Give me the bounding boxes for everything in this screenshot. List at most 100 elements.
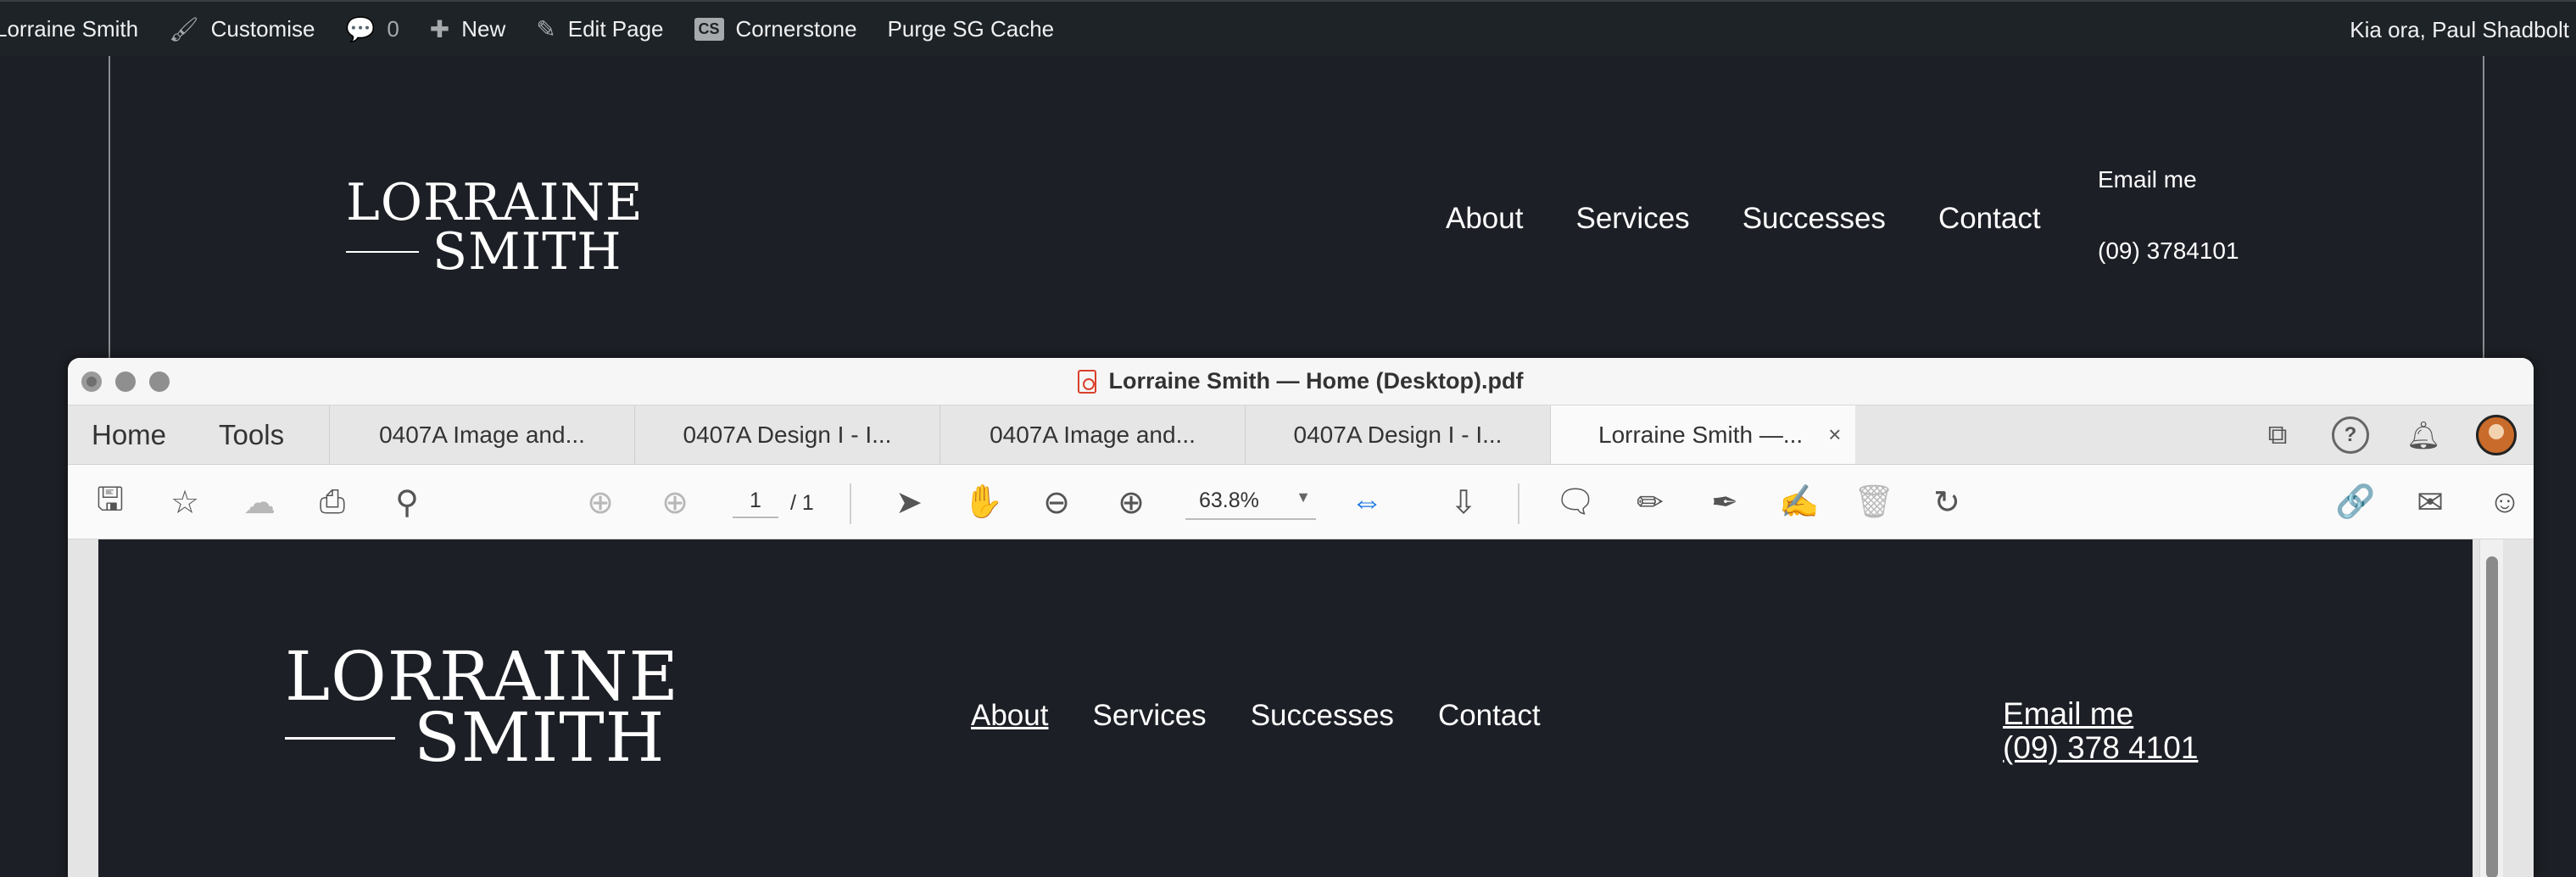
- print-icon[interactable]: ⎙: [314, 483, 351, 521]
- logo-line-2: SMITH: [432, 222, 622, 282]
- phone-link[interactable]: (09) 3784101: [2098, 237, 2239, 265]
- pdf-nav: About Services Successes Contact: [971, 699, 1585, 733]
- scroll-mode-icon[interactable]: ⇩: [1445, 483, 1482, 521]
- previous-page-icon[interactable]: ⊕: [582, 483, 619, 521]
- plus-icon: ✚: [429, 15, 450, 42]
- minimize-window-button[interactable]: [115, 371, 136, 392]
- cornerstone-icon: CS: [694, 17, 724, 41]
- comment-icon[interactable]: 🗨: [1555, 483, 1596, 521]
- pdf-file-icon: [1078, 369, 1097, 394]
- window-title-text: Lorraine Smith — Home (Desktop).pdf: [1108, 368, 1524, 394]
- fit-page-icon[interactable]: ⇔: [1348, 483, 1386, 521]
- guide-line-left: [109, 56, 110, 361]
- tab-document-active[interactable]: Lorraine Smith —... ×: [1550, 405, 1855, 464]
- greeting-label: Kia ora, Paul Shadbolt: [2350, 16, 2569, 42]
- pdf-nav-contact: Contact: [1437, 699, 1541, 732]
- window-titlebar: Lorraine Smith — Home (Desktop).pdf: [68, 358, 2534, 405]
- tab-label: 0407A Image and...: [990, 421, 1196, 448]
- nav-about[interactable]: About: [1446, 202, 1523, 236]
- logo-rule: [346, 251, 419, 253]
- cloud-upload-icon[interactable]: ☁: [241, 483, 278, 521]
- document-viewport: LORRAINE SMITH About Services Successes …: [68, 539, 2534, 877]
- share-screen-icon[interactable]: ⧉: [2259, 416, 2296, 454]
- brush-icon: 🖌: [169, 15, 199, 42]
- edit-pdf-icon[interactable]: ✍: [1779, 483, 1819, 521]
- purge-cache-link[interactable]: Purge SG Cache: [873, 1, 1070, 57]
- pdf-email-link[interactable]: Email me: [2003, 697, 2198, 731]
- save-icon[interactable]: 🖫: [92, 482, 129, 521]
- nav-contact[interactable]: Contact: [1938, 202, 2041, 236]
- close-window-button[interactable]: [81, 371, 102, 392]
- customise-link[interactable]: 🖌 Customise: [153, 1, 330, 57]
- notifications-bell-icon[interactable]: 🔔︎: [2405, 416, 2442, 454]
- delete-icon[interactable]: 🗑: [1854, 483, 1894, 521]
- site-logo[interactable]: LORRAINE SMITH: [346, 177, 644, 282]
- pdf-nav-about[interactable]: About: [971, 699, 1048, 733]
- comments-link[interactable]: 💬 0: [330, 1, 414, 57]
- next-page-icon[interactable]: ⊕: [656, 483, 694, 521]
- tab-bar: Home Tools 0407A Image and... 0407A Desi…: [68, 405, 2534, 465]
- guide-line-right: [2483, 56, 2484, 361]
- pdf-page: LORRAINE SMITH About Services Successes …: [98, 539, 2473, 877]
- tab-document-2[interactable]: 0407A Design I - I...: [634, 405, 940, 464]
- email-icon[interactable]: ✉: [2412, 483, 2449, 521]
- site-name-label: Lorraine Smith: [0, 15, 139, 42]
- cornerstone-link[interactable]: CS Cornerstone: [679, 1, 873, 57]
- close-tab-icon[interactable]: ×: [1828, 422, 1841, 448]
- site-header: LORRAINE SMITH About Services Successes …: [0, 56, 2576, 361]
- user-avatar[interactable]: [2476, 415, 2517, 455]
- highlight-icon[interactable]: ✏: [1631, 483, 1669, 521]
- email-link[interactable]: Email me: [2098, 166, 2239, 193]
- help-icon[interactable]: ?: [2332, 416, 2369, 454]
- new-label: New: [461, 15, 506, 42]
- menu-home[interactable]: Home: [92, 419, 166, 451]
- search-zoom-icon[interactable]: ⚲: [388, 483, 426, 521]
- comment-icon: 💬: [345, 15, 376, 42]
- tabbar-right-tools: ⧉ ? 🔔︎: [2223, 405, 2517, 465]
- purge-label: Purge SG Cache: [887, 15, 1055, 42]
- tab-document-1[interactable]: 0407A Image and...: [329, 405, 634, 464]
- main-menu: Home Tools: [68, 405, 329, 464]
- pdf-phone-link[interactable]: (09) 378 4101: [2003, 731, 2198, 765]
- site-name-link[interactable]: Lorraine Smith: [0, 1, 153, 57]
- toolbar-divider: [850, 483, 851, 524]
- select-pointer-icon[interactable]: ➤: [890, 483, 928, 521]
- window-controls: [81, 371, 183, 392]
- zoom-in-icon[interactable]: ⊕: [1112, 483, 1150, 521]
- tab-label: Lorraine Smith —...: [1598, 421, 1804, 448]
- account-greeting[interactable]: Kia ora, Paul Shadbolt: [2334, 2, 2576, 58]
- add-user-icon[interactable]: ☺: [2486, 483, 2523, 521]
- site-nav: About Services Successes Contact: [1446, 202, 2094, 236]
- menu-tools[interactable]: Tools: [219, 419, 284, 451]
- zoom-level-select[interactable]: 63.8% ▼: [1185, 489, 1316, 520]
- edit-page-link[interactable]: ✎ Edit Page: [521, 1, 678, 57]
- tab-document-3[interactable]: 0407A Image and...: [940, 405, 1245, 464]
- sign-icon[interactable]: ✒: [1706, 483, 1743, 521]
- vertical-scrollbar[interactable]: [2479, 539, 2503, 877]
- nav-services[interactable]: Services: [1575, 202, 1689, 236]
- page-total: / 1: [790, 491, 814, 515]
- acrobat-toolbar: 🖫 ☆ ☁ ⎙ ⚲ ⊕ ⊕ 1 / 1 ➤ ✋ ⊖ ⊕ 63.8% ▼ ⇔ ⇩ …: [68, 465, 2534, 539]
- pdf-logo: LORRAINE SMITH: [285, 643, 679, 777]
- hand-tool-icon[interactable]: ✋: [963, 483, 1003, 521]
- nav-successes[interactable]: Successes: [1742, 202, 1886, 236]
- pdf-logo-rule: [285, 736, 395, 740]
- page-number-input[interactable]: 1: [733, 489, 778, 518]
- zoom-out-icon[interactable]: ⊖: [1038, 483, 1075, 521]
- edit-page-label: Edit Page: [567, 15, 664, 42]
- new-link[interactable]: ✚ New: [415, 1, 521, 57]
- bookmark-star-icon[interactable]: ☆: [166, 483, 204, 521]
- acrobat-window: Lorraine Smith — Home (Desktop).pdf Home…: [68, 358, 2534, 877]
- zoom-window-button[interactable]: [149, 371, 170, 392]
- logo-line-2-row: SMITH: [346, 222, 644, 282]
- pdf-contact: Email me (09) 378 4101: [2003, 697, 2198, 765]
- pdf-nav-services: Services: [1092, 699, 1207, 732]
- scrollbar-thumb[interactable]: [2486, 556, 2498, 877]
- customise-label: Customise: [210, 15, 315, 42]
- rotate-icon[interactable]: ↻: [1928, 483, 1965, 521]
- share-link-icon[interactable]: 🔗: [2335, 483, 2375, 521]
- tab-document-4[interactable]: 0407A Design I - I...: [1245, 405, 1550, 464]
- tab-label: 0407A Design I - I...: [683, 421, 892, 448]
- page-navigator: 1 / 1: [733, 489, 814, 518]
- pdf-logo-line-2: SMITH: [414, 698, 666, 777]
